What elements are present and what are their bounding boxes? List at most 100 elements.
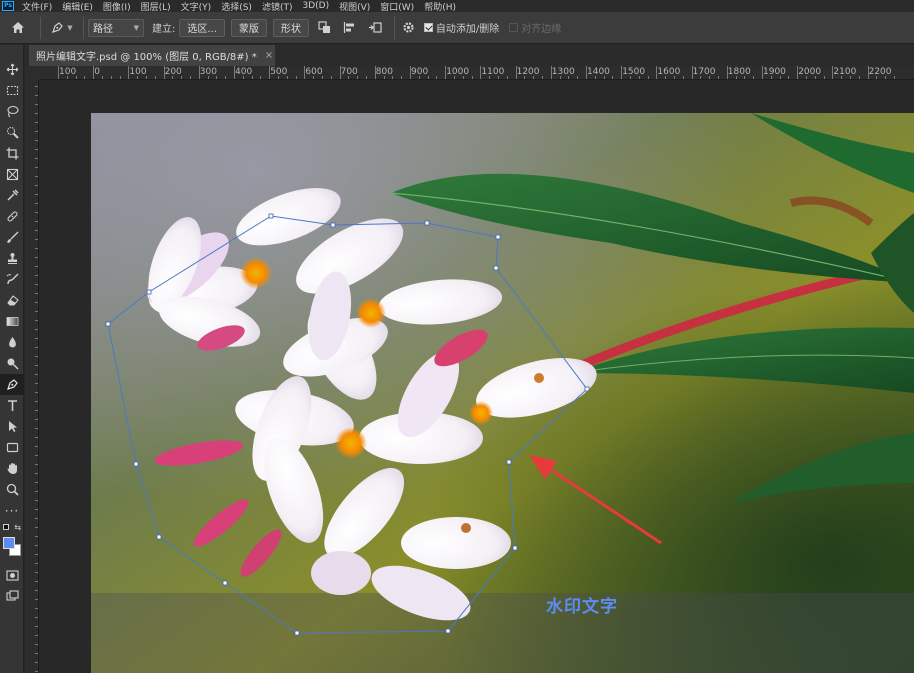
anchor-point[interactable] xyxy=(268,213,274,219)
gradient-icon xyxy=(6,317,18,326)
menu-window[interactable]: 窗口(W) xyxy=(380,0,414,13)
ruler-minor-tick xyxy=(242,76,244,79)
foreground-color[interactable] xyxy=(3,537,15,549)
ruler-minor-tick xyxy=(225,76,227,79)
canvas-photo[interactable] xyxy=(91,113,914,673)
path-alignment-button[interactable] xyxy=(340,18,360,38)
stamp-icon xyxy=(7,253,17,264)
ruler-tick xyxy=(374,66,376,79)
quick-mask-button[interactable] xyxy=(0,565,24,586)
anchor-point[interactable] xyxy=(493,265,499,271)
type-tool[interactable] xyxy=(0,395,24,416)
anchor-point[interactable] xyxy=(495,234,501,240)
anchor-point[interactable] xyxy=(330,222,336,228)
frame-tool[interactable] xyxy=(0,164,24,185)
anchor-point[interactable] xyxy=(156,534,162,540)
menu-image[interactable]: 图像(I) xyxy=(103,0,131,13)
ruler-minor-tick xyxy=(577,76,579,79)
path-operations-button[interactable] xyxy=(315,18,335,38)
document-tab[interactable]: 照片编辑文字.psd @ 100% (图层 0, RGB/8#) * × xyxy=(29,45,275,66)
pen-mode-dropdown[interactable]: 路径 ▼ xyxy=(88,18,144,37)
close-icon[interactable]: × xyxy=(265,50,273,61)
ruler-origin[interactable] xyxy=(25,66,39,80)
ruler-minor-tick xyxy=(524,76,526,79)
home-button[interactable] xyxy=(0,12,36,44)
ruler-minor-tick xyxy=(35,545,38,546)
ruler-tick xyxy=(128,66,130,79)
menu-layer[interactable]: 图层(L) xyxy=(141,0,171,13)
vertical-ruler[interactable] xyxy=(25,80,39,673)
path-options-button[interactable] xyxy=(399,18,419,38)
rectangle-tool[interactable] xyxy=(0,437,24,458)
ruler-minor-tick xyxy=(506,76,508,79)
pen-tool[interactable] xyxy=(0,374,24,395)
separator xyxy=(393,16,395,39)
menu-help[interactable]: 帮助(H) xyxy=(424,0,456,13)
ruler-minor-tick xyxy=(35,527,38,528)
ruler-minor-tick xyxy=(35,266,38,267)
ruler-minor-tick xyxy=(66,76,68,79)
ruler-minor-tick xyxy=(392,76,394,79)
ruler-minor-tick xyxy=(885,76,887,79)
ruler-minor-tick xyxy=(330,76,332,79)
eraser-tool[interactable] xyxy=(0,290,24,311)
ruler-minor-tick xyxy=(35,86,38,87)
path-arrangement-icon xyxy=(368,22,382,33)
anchor-point[interactable] xyxy=(445,628,451,634)
menu-type[interactable]: 文字(Y) xyxy=(181,0,212,13)
marquee-tool[interactable] xyxy=(0,80,24,101)
brush-tool[interactable] xyxy=(0,227,24,248)
hand-tool[interactable] xyxy=(0,458,24,479)
blur-tool[interactable] xyxy=(0,332,24,353)
ruler-minor-tick xyxy=(753,76,755,79)
anchor-point[interactable] xyxy=(584,386,590,392)
menu-view[interactable]: 视图(V) xyxy=(339,0,370,13)
ruler-minor-tick xyxy=(630,76,631,79)
screen-mode-button[interactable] xyxy=(0,586,24,607)
ruler-minor-tick xyxy=(35,644,38,645)
anchor-point[interactable] xyxy=(222,580,228,586)
make-shape-button[interactable]: 形状 xyxy=(272,18,309,37)
healing-tool[interactable] xyxy=(0,206,24,227)
eyedropper-tool[interactable] xyxy=(0,185,24,206)
lasso-tool[interactable] xyxy=(0,101,24,122)
auto-add-delete-checkbox[interactable] xyxy=(423,23,433,32)
menu-edit[interactable]: 编辑(E) xyxy=(62,0,93,13)
stamp-tool[interactable] xyxy=(0,248,24,269)
crop-tool[interactable] xyxy=(0,143,24,164)
history-brush-tool[interactable] xyxy=(0,269,24,290)
dodge-tool[interactable] xyxy=(0,353,24,374)
gradient-tool[interactable] xyxy=(0,311,24,332)
path-arrangement-button[interactable] xyxy=(365,18,385,38)
ruler-minor-tick xyxy=(823,76,825,79)
horizontal-ruler[interactable]: 100 0 100 200 300 400 500 600 700 800 900 1000 1100 1… xyxy=(25,66,914,80)
ruler-minor-tick xyxy=(35,320,38,321)
menu-3d[interactable]: 3D(D) xyxy=(302,1,329,11)
ruler-tick xyxy=(656,66,658,79)
anchor-point[interactable] xyxy=(424,220,430,226)
ruler-tick xyxy=(58,66,59,79)
zoom-tool[interactable] xyxy=(0,479,24,500)
ruler-minor-tick xyxy=(251,76,253,79)
make-selection-button[interactable]: 选区... xyxy=(179,18,225,37)
path-select-tool[interactable] xyxy=(0,416,24,437)
make-mask-button[interactable]: 蒙版 xyxy=(230,18,267,37)
ruler-minor-tick xyxy=(35,149,38,150)
canvas-workspace: 水印文字 xyxy=(40,81,914,673)
move-tool[interactable] xyxy=(0,59,24,80)
ruler-minor-tick xyxy=(35,626,38,627)
quick-select-tool[interactable] xyxy=(0,122,24,143)
anchor-point[interactable] xyxy=(146,289,152,295)
anchor-point[interactable] xyxy=(105,321,111,327)
align-edges-checkbox[interactable] xyxy=(509,23,519,32)
swap-colors[interactable]: ⇆ xyxy=(0,521,24,533)
anchor-point[interactable] xyxy=(506,459,512,465)
more-tools[interactable]: ··· xyxy=(0,500,24,521)
anchor-point[interactable] xyxy=(512,545,518,551)
anchor-point[interactable] xyxy=(133,461,139,467)
menu-select[interactable]: 选择(S) xyxy=(221,0,252,13)
menu-filter[interactable]: 滤镜(T) xyxy=(262,0,293,13)
anchor-point[interactable] xyxy=(294,630,300,636)
ruler-minor-tick xyxy=(322,76,323,79)
tool-preset-picker[interactable]: ▼ xyxy=(45,21,79,34)
